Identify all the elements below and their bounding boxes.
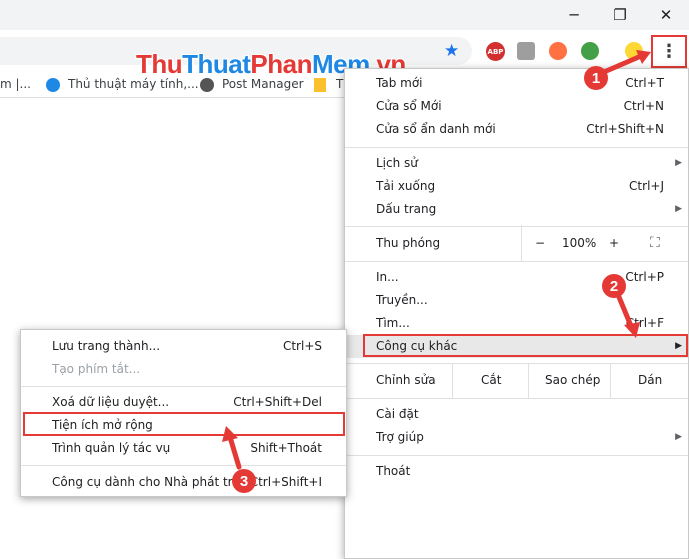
step-badge-2: 2 [602, 274, 626, 298]
arrow-1 [601, 53, 644, 75]
step-badge-3: 3 [232, 469, 256, 493]
step-badge-1: 1 [584, 66, 608, 90]
arrow-3 [227, 434, 242, 470]
arrow-3-head [222, 426, 238, 442]
arrow-2-head [624, 322, 640, 338]
arrow-2 [616, 294, 634, 329]
